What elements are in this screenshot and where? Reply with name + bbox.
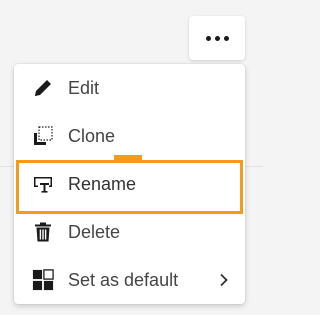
context-menu: Edit Clone Rename Delete Set as default [14,64,245,304]
menu-item-clone[interactable]: Clone [14,112,245,160]
clone-icon [32,125,54,147]
rename-icon [32,173,54,195]
menu-item-label: Rename [68,173,137,194]
menu-item-label: Delete [68,221,121,242]
menu-item-label: Set as default [68,269,179,290]
app-stage: Edit Clone Rename Delete Set as default [0,0,263,315]
more-options-button[interactable] [189,16,245,60]
menu-item-label: Edit [68,77,100,98]
menu-item-delete[interactable]: Delete [14,208,245,256]
more-horizontal-icon [205,35,229,41]
menu-item-edit[interactable]: Edit [14,64,245,112]
pencil-icon [32,77,54,99]
trash-icon [32,221,54,243]
menu-item-rename[interactable]: Rename [14,160,245,208]
menu-item-set-as-default[interactable]: Set as default [14,256,245,304]
grid-default-icon [32,269,54,291]
menu-item-label: Clone [68,125,116,146]
chevron-right-icon [217,272,231,288]
